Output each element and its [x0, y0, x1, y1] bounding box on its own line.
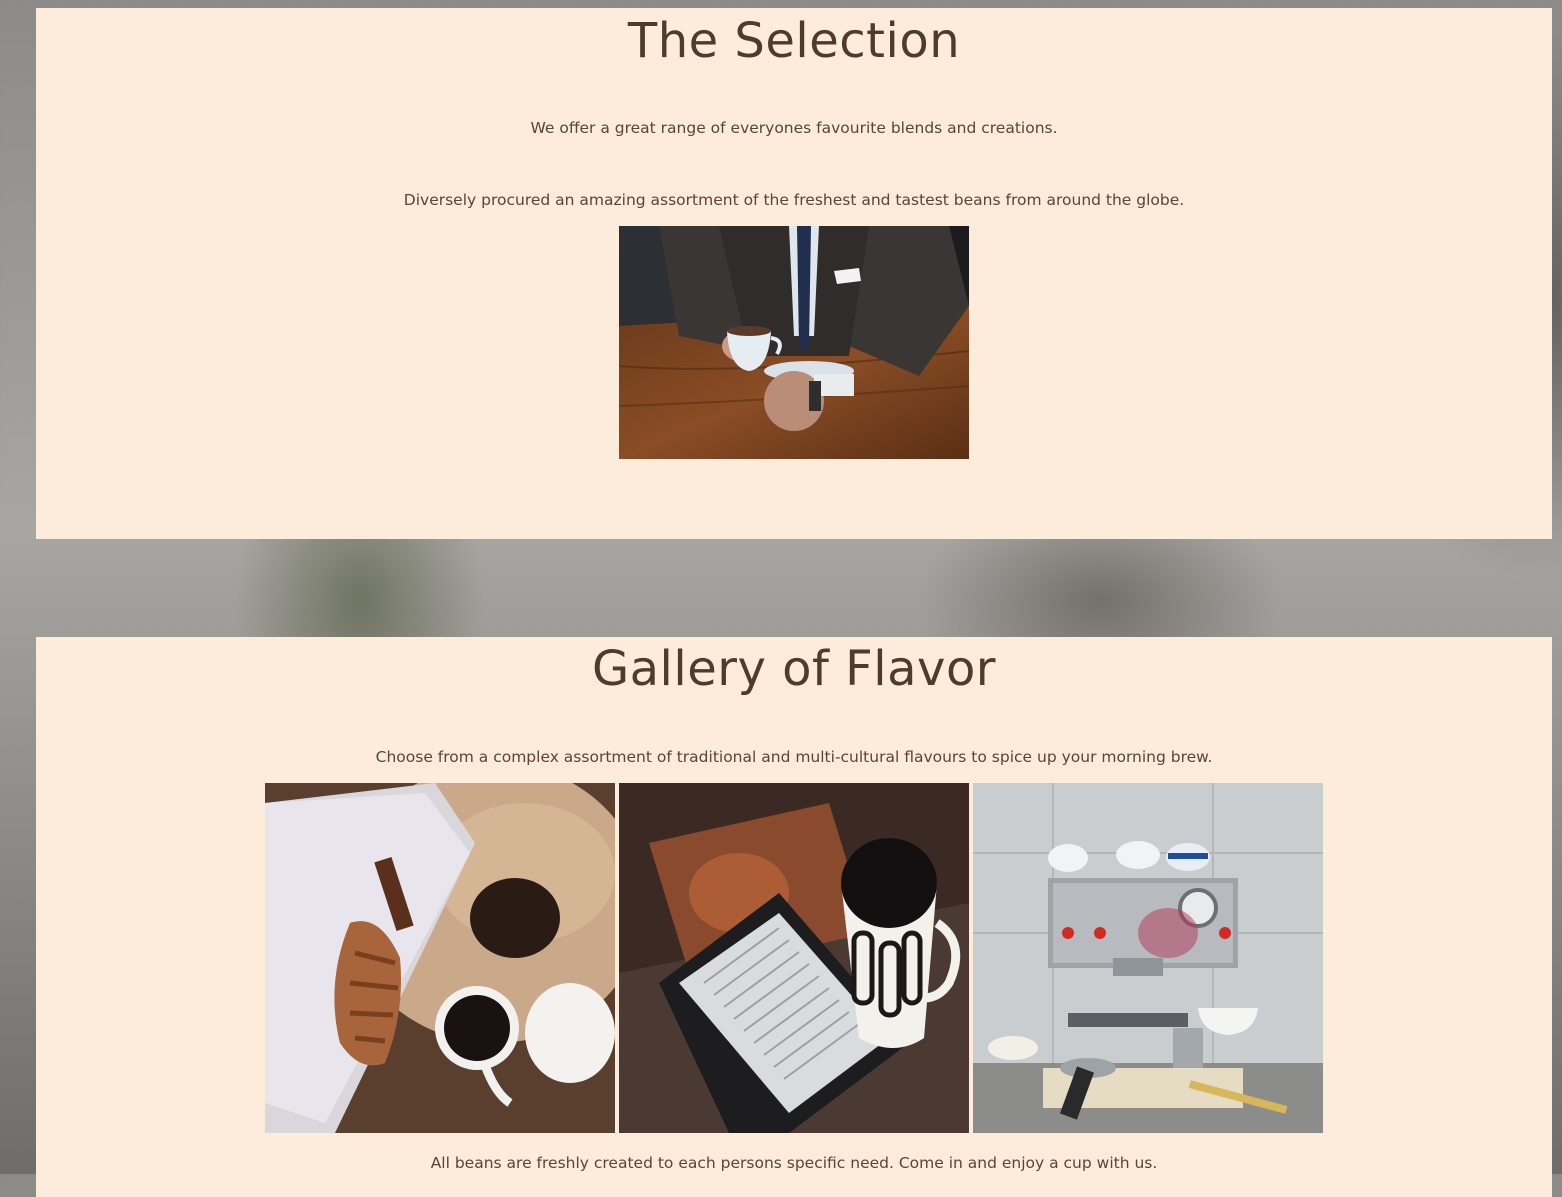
selection-title: The Selection [627, 13, 961, 69]
selection-section: The Selection We offer a great range of … [36, 8, 1552, 539]
gallery-title: Gallery of Flavor [591, 641, 997, 697]
gallery-intro-paragraph: Choose from a complex assortment of trad… [375, 748, 1213, 766]
selection-paragraph-range: We offer a great range of everyones favo… [530, 119, 1058, 137]
espresso-machine-photo [973, 783, 1323, 1133]
man-with-coffee-cup-photo [619, 226, 969, 459]
croissant-and-coffee-photo [265, 783, 615, 1133]
ereader-and-mug-photo [619, 783, 969, 1133]
gallery-outro-paragraph: All beans are freshly created to each pe… [430, 1154, 1158, 1172]
gallery-section: Gallery of Flavor Choose from a complex … [36, 637, 1552, 1197]
selection-paragraph-beans: Diversely procured an amazing assortment… [403, 191, 1185, 209]
